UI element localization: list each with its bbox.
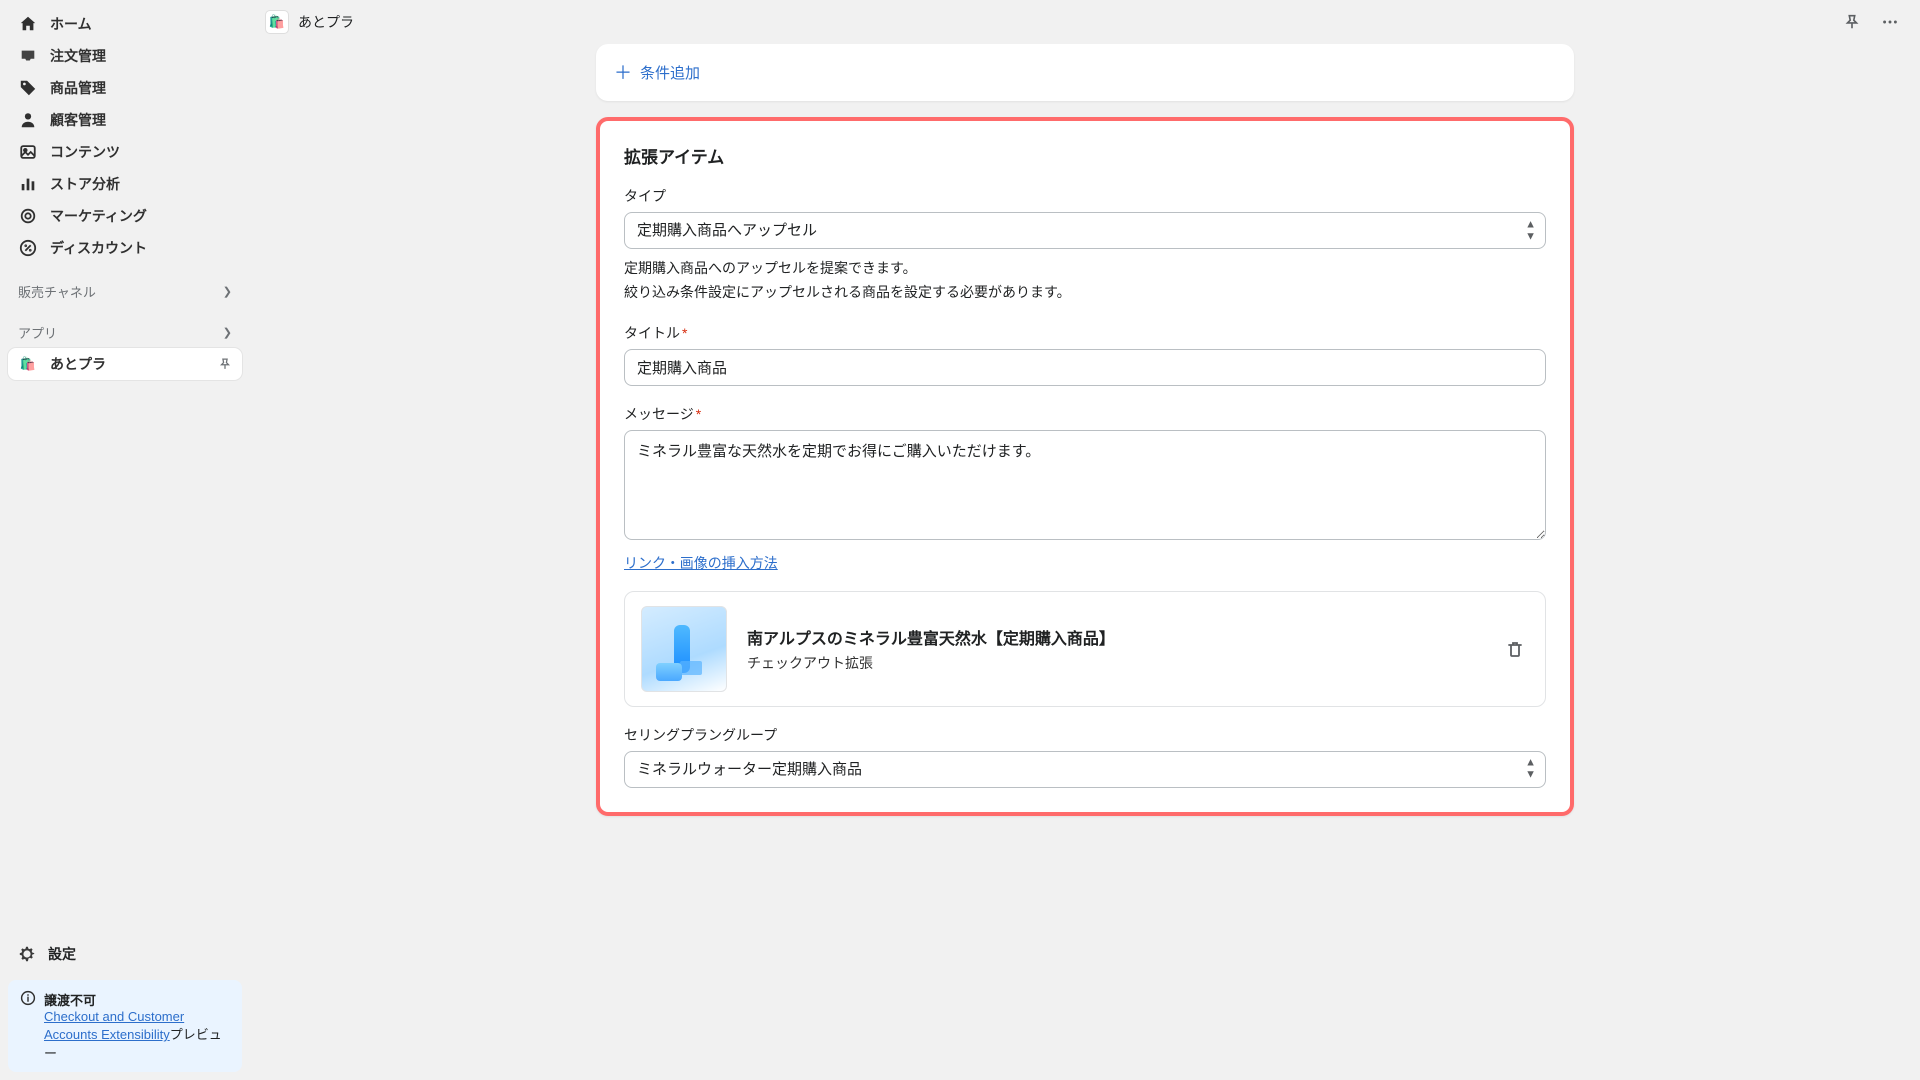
app-title: あとプラ bbox=[298, 12, 354, 32]
app-badge-icon: 🛍️ bbox=[266, 11, 288, 33]
product-thumbnail bbox=[641, 606, 727, 692]
app-badge-icon: 🛍️ bbox=[18, 354, 38, 374]
pin-icon bbox=[218, 357, 232, 371]
nav-label: 商品管理 bbox=[50, 78, 232, 98]
pinned-app-atopura[interactable]: 🛍️ あとプラ bbox=[8, 348, 242, 380]
image-icon bbox=[18, 142, 38, 162]
notice-title: 譲渡不可 bbox=[44, 990, 230, 1009]
title-input[interactable] bbox=[624, 349, 1546, 386]
nav-analytics[interactable]: ストア分析 bbox=[8, 168, 242, 200]
message-textarea[interactable] bbox=[624, 430, 1546, 540]
bars-icon bbox=[18, 174, 38, 194]
message-label: メッセージ* bbox=[624, 404, 1546, 424]
sidebar: ホーム 注文管理 商品管理 顧客管理 コンテンツ ストア分析 bbox=[0, 0, 250, 1080]
main: 🛍️ あとプラ ＋ 条件追加 拡張アイテム タイプ 定期購入商品へアッ bbox=[250, 0, 1920, 1080]
nav-label: ストア分析 bbox=[50, 174, 232, 194]
selling-plan-select[interactable]: ミネラルウォーター定期購入商品 bbox=[624, 751, 1546, 788]
type-help: 定期購入商品へのアップセルを提案できます。 絞り込み条件設定にアップセルされる商… bbox=[624, 257, 1546, 305]
section-label: 販売チャネル bbox=[18, 282, 96, 301]
title-label: タイトル* bbox=[624, 323, 1546, 343]
product-subtitle: チェックアウト拡張 bbox=[747, 653, 1481, 673]
delete-product-button[interactable] bbox=[1501, 635, 1529, 663]
target-icon bbox=[18, 206, 38, 226]
type-help-line: 絞り込み条件設定にアップセルされる商品を設定する必要があります。 bbox=[624, 281, 1546, 305]
insert-link-help[interactable]: リンク・画像の挿入方法 bbox=[624, 555, 778, 571]
chevron-right-icon: ❯ bbox=[223, 326, 232, 339]
nav-products[interactable]: 商品管理 bbox=[8, 72, 242, 104]
nav-orders[interactable]: 注文管理 bbox=[8, 40, 242, 72]
inbox-icon bbox=[18, 46, 38, 66]
more-button[interactable] bbox=[1876, 8, 1904, 36]
nav-content[interactable]: コンテンツ bbox=[8, 136, 242, 168]
nav-marketing[interactable]: マーケティング bbox=[8, 200, 242, 232]
product-title: 南アルプスのミネラル豊富天然水【定期購入商品】 bbox=[747, 625, 1481, 649]
condition-card: ＋ 条件追加 bbox=[596, 44, 1574, 101]
product-card: 南アルプスのミネラル豊富天然水【定期購入商品】 チェックアウト拡張 bbox=[624, 591, 1546, 707]
info-icon bbox=[20, 990, 36, 1006]
trash-icon bbox=[1505, 639, 1525, 659]
person-icon bbox=[18, 110, 38, 130]
plus-icon: ＋ bbox=[614, 64, 632, 82]
notice-card: 譲渡不可 Checkout and Customer Accounts Exte… bbox=[8, 980, 242, 1072]
add-condition-label: 条件追加 bbox=[640, 62, 700, 83]
section-label: アプリ bbox=[18, 323, 57, 342]
nav-home[interactable]: ホーム bbox=[8, 8, 242, 40]
section-title: 拡張アイテム bbox=[624, 143, 1546, 168]
notice-link[interactable]: Checkout and Customer Accounts Extensibi… bbox=[44, 1009, 184, 1042]
gear-icon bbox=[18, 945, 36, 963]
nav-label: ディスカウント bbox=[50, 238, 232, 258]
nav-label: 注文管理 bbox=[50, 46, 232, 66]
add-condition-button[interactable]: ＋ 条件追加 bbox=[596, 52, 1574, 93]
nav-customers[interactable]: 顧客管理 bbox=[8, 104, 242, 136]
topbar: 🛍️ あとプラ bbox=[250, 0, 1920, 44]
home-icon bbox=[18, 14, 38, 34]
nav-label: 顧客管理 bbox=[50, 110, 232, 130]
apps-header[interactable]: アプリ ❯ bbox=[8, 317, 242, 348]
tag-icon bbox=[18, 78, 38, 98]
sales-channels-header[interactable]: 販売チャネル ❯ bbox=[8, 276, 242, 307]
notice-body: Checkout and Customer Accounts Extensibi… bbox=[44, 1009, 230, 1062]
selling-plan-label: セリングプラングループ bbox=[624, 725, 1546, 745]
chevron-right-icon: ❯ bbox=[223, 285, 232, 298]
nav-label: マーケティング bbox=[50, 206, 232, 226]
type-select[interactable]: 定期購入商品へアップセル bbox=[624, 212, 1546, 249]
extension-item-card: 拡張アイテム タイプ 定期購入商品へアップセル ▲▼ 定期購入商品へのアップセル… bbox=[596, 117, 1574, 816]
content-scroll[interactable]: ＋ 条件追加 拡張アイテム タイプ 定期購入商品へアップセル ▲▼ 定期購入商品… bbox=[250, 44, 1920, 1080]
discount-icon bbox=[18, 238, 38, 258]
nav-label: コンテンツ bbox=[50, 142, 232, 162]
type-label: タイプ bbox=[624, 186, 1546, 206]
nav-discounts[interactable]: ディスカウント bbox=[8, 232, 242, 264]
pinned-app-label: あとプラ bbox=[50, 354, 206, 374]
nav-label: ホーム bbox=[50, 14, 232, 34]
type-help-line: 定期購入商品へのアップセルを提案できます。 bbox=[624, 257, 1546, 281]
pin-button[interactable] bbox=[1838, 8, 1866, 36]
settings-label: 設定 bbox=[48, 944, 76, 964]
nav-settings[interactable]: 設定 bbox=[8, 936, 242, 972]
